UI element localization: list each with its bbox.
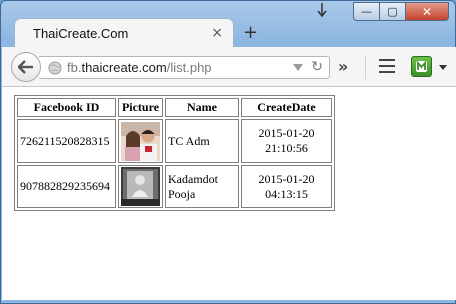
back-arrow-icon xyxy=(18,60,33,74)
extension-dropdown-icon[interactable] xyxy=(439,65,447,70)
cell-createdate: 2015-01-20 04:13:15 xyxy=(241,165,332,208)
column-header-createdate: CreateDate xyxy=(241,98,332,117)
cell-name: Kadamdot Pooja xyxy=(165,165,239,208)
url-dropdown-icon[interactable] xyxy=(293,64,303,71)
facebook-users-table: Facebook ID Picture Name CreateDate 7262… xyxy=(14,95,335,211)
cell-facebook-id: 726211520828315 xyxy=(17,119,116,163)
column-header-name: Name xyxy=(165,98,239,117)
createdate-date: 2015-01-20 xyxy=(258,126,315,140)
tab-title: ThaiCreate.Com xyxy=(33,26,129,41)
reload-icon[interactable]: ↻ xyxy=(311,59,323,75)
column-header-picture: Picture xyxy=(118,98,163,117)
tab-close-icon[interactable]: × xyxy=(211,25,223,41)
cell-picture xyxy=(118,119,163,163)
createdate-time: 21:10:56 xyxy=(265,141,308,155)
profile-photo-couple xyxy=(121,121,160,161)
tab-active[interactable]: ThaiCreate.Com × xyxy=(14,18,234,48)
profile-photo-person xyxy=(121,167,160,206)
createdate-time: 04:13:15 xyxy=(265,186,308,201)
new-tab-button[interactable]: + xyxy=(243,22,258,43)
back-button[interactable] xyxy=(11,52,41,82)
table-row: 907882829235694 Kadamdot Pooja 2015-01-2… xyxy=(17,165,332,208)
page-content: Facebook ID Picture Name CreateDate 7262… xyxy=(2,87,456,300)
cell-name: TC Adm xyxy=(165,119,239,163)
createdate-date: 2015-01-20 xyxy=(258,171,315,186)
column-header-facebook-id: Facebook ID xyxy=(17,98,116,117)
cell-picture xyxy=(118,165,163,208)
close-window-button[interactable]: ✕ xyxy=(405,2,449,21)
navigation-toolbar: fb.thaicreate.com/list.php ↻ » xyxy=(2,47,456,87)
address-bar[interactable]: fb.thaicreate.com/list.php ↻ xyxy=(39,56,330,79)
name-line: Pooja xyxy=(168,186,196,201)
browser-window: — ▢ ✕ ThaiCreate.Com × + fb.thaicreate.c… xyxy=(0,0,456,304)
window-caption-buttons: — ▢ ✕ xyxy=(353,2,449,22)
toolbar-separator xyxy=(365,55,366,79)
download-arrow-icon[interactable] xyxy=(316,2,328,20)
maximize-button[interactable]: ▢ xyxy=(379,2,405,21)
url-text: fb.thaicreate.com/list.php xyxy=(67,60,212,75)
cell-createdate: 2015-01-20 21:10:56 xyxy=(241,119,332,163)
hamburger-menu-icon[interactable] xyxy=(379,59,395,73)
extension-glyph-icon xyxy=(416,60,427,72)
name-line: Kadamdot xyxy=(168,171,218,186)
globe-icon xyxy=(48,61,62,75)
minimize-button[interactable]: — xyxy=(353,2,379,21)
toolbar-overflow-button[interactable]: » xyxy=(338,57,348,76)
table-row: 726211520828315 TC Adm 2015-01-20 21:10:… xyxy=(17,119,332,163)
cell-facebook-id: 907882829235694 xyxy=(17,165,116,208)
extension-icon[interactable] xyxy=(411,56,432,77)
table-header-row: Facebook ID Picture Name CreateDate xyxy=(17,98,332,117)
